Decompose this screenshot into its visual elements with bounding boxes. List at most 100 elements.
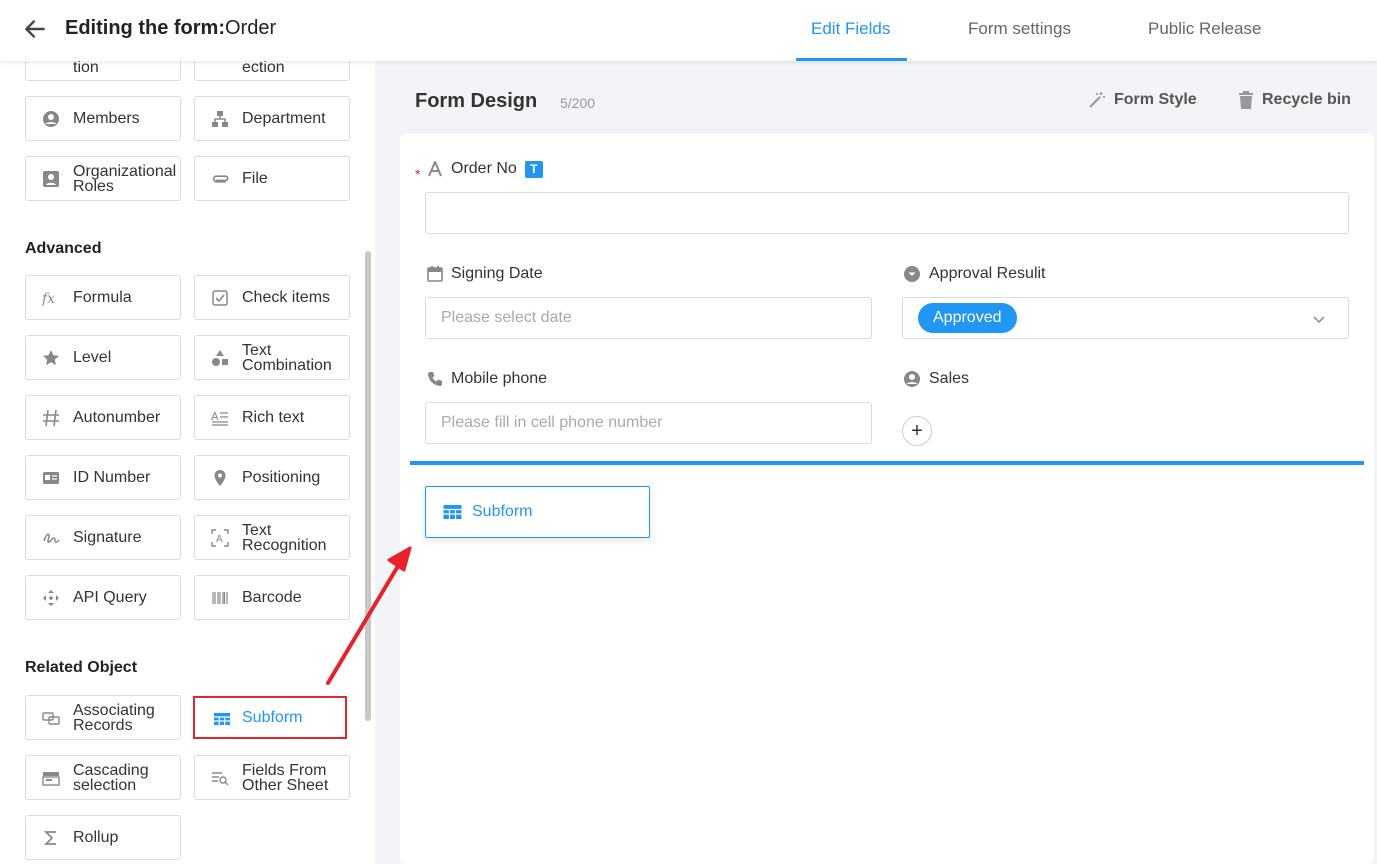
section-title-related-object: Related Object <box>25 659 138 676</box>
required-mark: * <box>415 166 421 182</box>
person-circle-icon <box>43 111 59 127</box>
hash-icon <box>43 409 59 427</box>
chevron-down-icon <box>1313 316 1325 324</box>
field-label-order-no: Order No T <box>427 160 543 178</box>
title-field-badge: T <box>524 160 543 178</box>
control-rich-text[interactable]: A Rich text <box>194 395 350 440</box>
trash-icon <box>1239 91 1253 109</box>
control-cascading-selection[interactable]: Cascading selection <box>25 755 181 800</box>
table-grid-icon <box>214 713 230 725</box>
control-label: Rich text <box>242 409 305 426</box>
order-no-label: Order No <box>451 160 517 177</box>
field-label-signing-date: Signing Date <box>427 265 543 283</box>
control-label: tion <box>73 61 99 76</box>
org-chart-icon <box>212 111 228 127</box>
control-label: Positioning <box>242 469 321 486</box>
control-label: Subform <box>242 709 303 726</box>
control-rollup[interactable]: Rollup <box>25 815 181 860</box>
control-partial-left[interactable]: tion <box>25 61 181 81</box>
mobile-phone-input[interactable]: Please fill in cell phone number <box>425 402 872 444</box>
field-label-approval-result: Approval Resulit <box>903 265 1046 283</box>
back-arrow-icon[interactable] <box>22 16 48 42</box>
control-fields-from-other-sheet[interactable]: Fields From Other Sheet <box>194 755 350 800</box>
control-file[interactable]: File <box>194 156 350 201</box>
control-associating-records[interactable]: Associating Records <box>25 695 181 740</box>
control-label: Text Recognition <box>242 521 327 554</box>
rich-text-icon: A <box>211 410 228 426</box>
signing-date-label: Signing Date <box>451 265 543 282</box>
control-text-recognition[interactable]: A Text Recognition <box>194 515 350 560</box>
control-formula[interactable]: fx Formula <box>25 275 181 320</box>
dragged-subform-item[interactable]: Subform <box>425 486 650 538</box>
control-check-items[interactable]: Check items <box>194 275 350 320</box>
control-label: Level <box>73 349 112 366</box>
control-subform[interactable]: Subform <box>193 696 347 739</box>
table-grid-icon <box>443 505 462 519</box>
sheet-search-icon <box>212 772 229 786</box>
control-label: Associating Records <box>73 701 155 734</box>
recycle-bin-button[interactable]: Recycle bin <box>1238 91 1351 109</box>
phone-icon <box>428 372 442 386</box>
tab-public-release[interactable]: Public Release <box>1148 19 1261 39</box>
control-label: File <box>242 170 268 187</box>
form-name: Order <box>224 17 277 39</box>
api-icon <box>43 590 59 606</box>
badge-icon <box>43 171 59 187</box>
recycle-bin-label: Recycle bin <box>1262 91 1351 108</box>
controls-sidebar: tion ection Members Department Organizat… <box>0 61 375 864</box>
top-header: Editing the form:Order Edit Fields Form … <box>0 0 1377 61</box>
fx-icon: fx <box>42 291 55 307</box>
dragged-subform-label: Subform <box>472 503 533 520</box>
magic-wand-icon <box>1089 92 1105 108</box>
add-member-button[interactable]: + <box>902 416 932 446</box>
form-style-button[interactable]: Form Style <box>1088 91 1197 109</box>
title-prefix: Editing the form: <box>65 17 225 39</box>
approval-result-select[interactable]: Approved <box>902 297 1349 339</box>
control-positioning[interactable]: Positioning <box>194 455 350 500</box>
field-count: 5/200 <box>560 95 596 111</box>
sales-label: Sales <box>929 370 970 387</box>
sigma-icon <box>43 831 56 845</box>
control-organizational-roles[interactable]: Organizational Roles <box>25 156 181 201</box>
control-text-combination[interactable]: Text Combination <box>194 335 350 380</box>
control-department[interactable]: Department <box>194 96 350 141</box>
location-pin-icon <box>214 470 226 486</box>
barcode-icon <box>212 592 228 604</box>
control-label: Text Combination <box>242 341 332 374</box>
svg-text:fx: fx <box>42 291 55 307</box>
control-label: Formula <box>73 289 132 306</box>
control-partial-right[interactable]: ection <box>194 61 350 81</box>
page-title: Editing the form:Order <box>65 17 276 40</box>
approved-option-tag: Approved <box>918 303 1017 333</box>
control-members[interactable]: Members <box>25 96 181 141</box>
form-design-title: Form Design <box>415 90 538 112</box>
control-signature[interactable]: Signature <box>25 515 181 560</box>
control-label: Fields From Other Sheet <box>242 761 329 794</box>
id-card-icon <box>43 472 59 484</box>
control-autonumber[interactable]: Autonumber <box>25 395 181 440</box>
text-field-icon <box>428 161 442 177</box>
sidebar-scrollbar[interactable] <box>365 251 371 721</box>
control-api-query[interactable]: API Query <box>25 575 181 620</box>
field-label-mobile-phone: Mobile phone <box>427 370 547 388</box>
svg-text:A: A <box>211 410 219 423</box>
active-tab-indicator <box>796 58 907 61</box>
control-label: ection <box>242 61 285 76</box>
control-label: Department <box>242 110 326 127</box>
text-scan-icon: A <box>211 529 229 547</box>
control-id-number[interactable]: ID Number <box>25 455 181 500</box>
star-icon <box>43 350 59 366</box>
order-no-input[interactable] <box>425 192 1349 234</box>
control-level[interactable]: Level <box>25 335 181 380</box>
tab-form-settings[interactable]: Form settings <box>968 19 1071 39</box>
calendar-icon <box>427 266 443 282</box>
checkbox-icon <box>212 290 228 306</box>
dropdown-circle-icon <box>904 266 920 282</box>
mobile-phone-label: Mobile phone <box>451 370 548 387</box>
control-barcode[interactable]: Barcode <box>194 575 350 620</box>
control-label: Cascading selection <box>73 761 149 794</box>
form-style-label: Form Style <box>1114 91 1197 108</box>
tab-edit-fields[interactable]: Edit Fields <box>811 19 890 39</box>
signing-date-input[interactable]: Please select date <box>425 297 872 339</box>
control-label: Signature <box>73 529 142 546</box>
